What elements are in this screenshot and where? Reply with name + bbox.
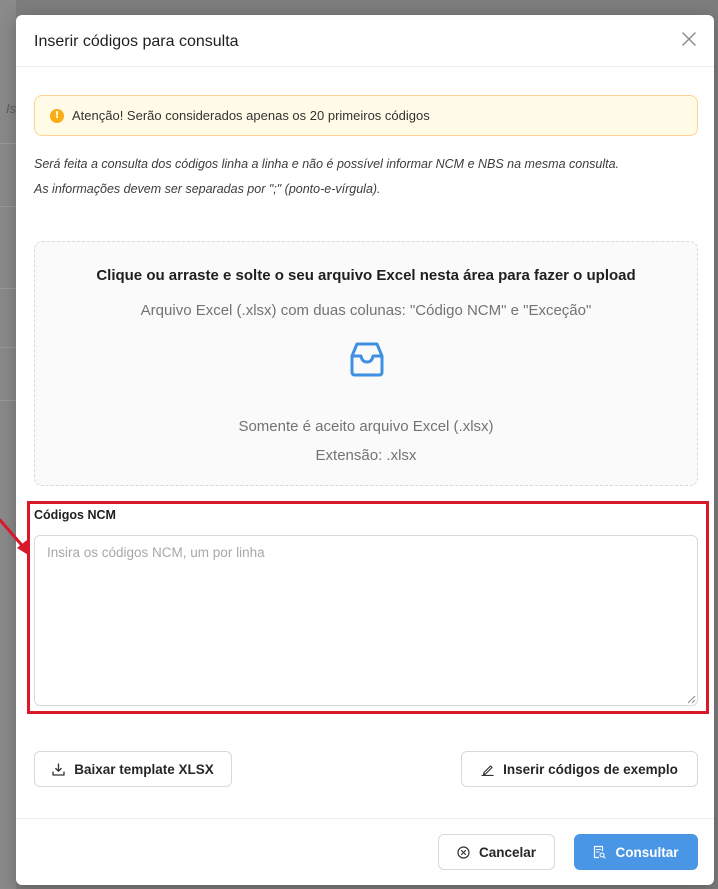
- upload-accepted-format: Somente é aceito arquivo Excel (.xlsx): [238, 418, 494, 435]
- upload-title: Clique ou arraste e solte o seu arquivo …: [96, 267, 636, 284]
- inbox-icon: [350, 342, 384, 377]
- edit-icon: [481, 764, 494, 776]
- info-line-1: Será feita a consulta dos códigos linha …: [34, 157, 620, 171]
- footer-divider: [16, 818, 714, 819]
- upload-dropzone[interactable]: Clique ou arraste e solte o seu arquivo …: [34, 241, 698, 486]
- background-text-fragment: Is: [6, 101, 17, 116]
- submit-label: Consultar: [615, 844, 679, 860]
- background-divider: [0, 400, 16, 401]
- close-button[interactable]: [674, 24, 704, 54]
- download-template-button[interactable]: Baixar template XLSX: [34, 751, 232, 787]
- download-icon: [52, 762, 65, 776]
- warning-alert: ! Atenção! Serão considerados apenas os …: [34, 95, 698, 136]
- info-line-2: As informações devem ser separadas por "…: [34, 182, 381, 196]
- upload-hint: Arquivo Excel (.xlsx) com duas colunas: …: [140, 302, 592, 319]
- submit-button[interactable]: Consultar: [574, 834, 698, 870]
- close-icon: [682, 32, 696, 46]
- exclamation-icon: !: [50, 108, 64, 123]
- background-divider: [0, 206, 16, 207]
- modal-header: Inserir códigos para consulta: [16, 15, 714, 67]
- resize-handle-icon[interactable]: [686, 694, 696, 704]
- download-template-label: Baixar template XLSX: [74, 761, 214, 777]
- pointer-arrow-icon: [0, 518, 30, 556]
- background-divider: [0, 288, 16, 289]
- cancel-button[interactable]: Cancelar: [438, 834, 555, 870]
- upload-extension: Extensão: .xlsx: [315, 447, 417, 464]
- alert-text: Atenção! Serão considerados apenas os 20…: [72, 108, 430, 123]
- info-text: Será feita a consulta dos códigos linha …: [34, 152, 674, 202]
- background-divider: [0, 347, 16, 348]
- codes-field-label: Códigos NCM: [34, 508, 116, 522]
- close-circle-icon: [457, 845, 470, 859]
- insert-codes-modal: Inserir códigos para consulta ! Atenção!…: [16, 15, 714, 885]
- modal-title: Inserir códigos para consulta: [34, 33, 239, 50]
- backdrop: [0, 0, 16, 889]
- insert-example-button[interactable]: Inserir códigos de exemplo: [461, 751, 698, 787]
- codes-textarea[interactable]: [34, 535, 698, 706]
- file-search-icon: [594, 845, 607, 859]
- insert-example-label: Inserir códigos de exemplo: [503, 761, 678, 777]
- background-divider: [0, 143, 16, 144]
- cancel-label: Cancelar: [478, 844, 537, 860]
